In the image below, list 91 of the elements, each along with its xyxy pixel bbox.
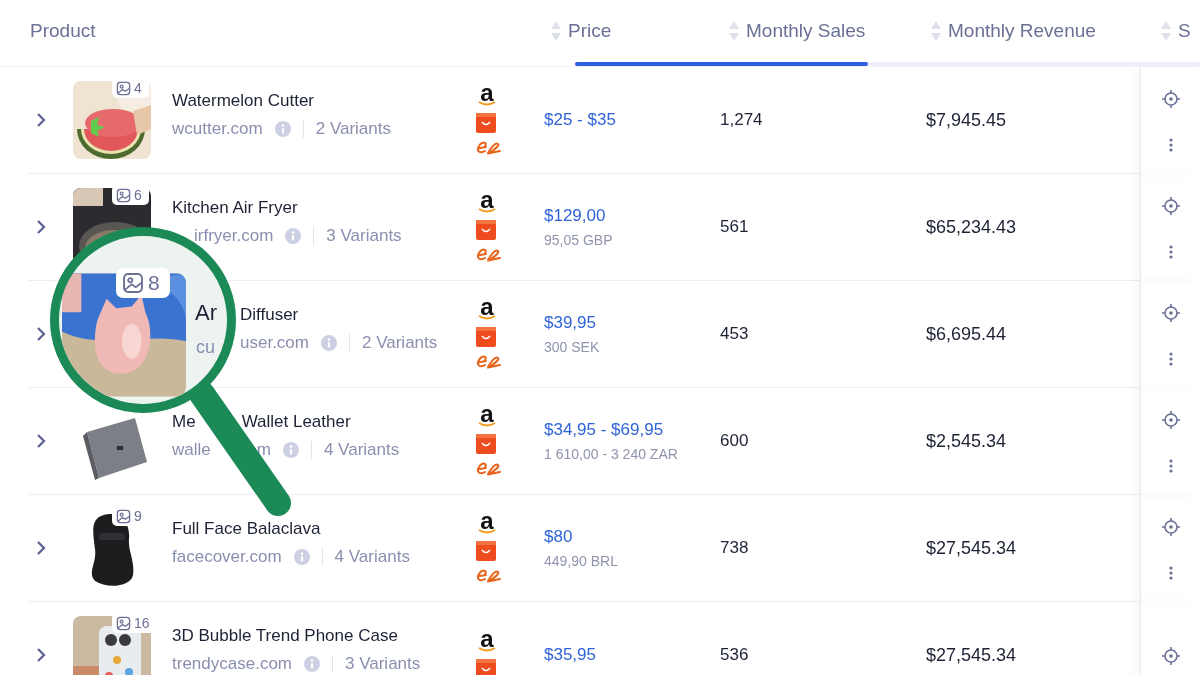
shopping-bag-icon xyxy=(476,434,496,454)
more-icon[interactable] xyxy=(1168,244,1173,259)
column-header[interactable]: Price xyxy=(568,20,612,42)
image-icon xyxy=(122,272,144,294)
product-name[interactable]: Diffuser xyxy=(240,305,299,325)
swoosh-icon xyxy=(476,460,502,476)
monthly-revenue: $27,545.34 xyxy=(926,644,1017,666)
domain-link[interactable]: m xyxy=(256,440,271,460)
variants-count: 3 Variants xyxy=(326,226,402,246)
chevron-icon[interactable] xyxy=(36,540,46,556)
image-count: 4 xyxy=(134,80,142,96)
target-icon[interactable] xyxy=(1161,646,1180,665)
marketplace-logo: a xyxy=(477,85,497,107)
more-icon[interactable] xyxy=(1168,565,1173,580)
column-header[interactable]: S xyxy=(1178,20,1191,42)
monthly-sales: 738 xyxy=(720,538,749,558)
image-count: 9 xyxy=(134,508,142,524)
domain-link[interactable]: trendycase.com xyxy=(172,654,292,674)
domain-link[interactable]: user.com xyxy=(240,333,309,353)
variants-count: 3 Variants xyxy=(345,654,421,674)
price: $25 - $35 xyxy=(544,110,616,130)
shopping-bag-icon xyxy=(476,113,496,133)
price: $34,95 - $69,95 xyxy=(544,420,664,440)
product-name[interactable]: Full Face Balaclava xyxy=(172,519,321,539)
local-price: 1 610,00 - 3 240 ZAR xyxy=(544,446,678,462)
price: $129,00 xyxy=(544,206,606,226)
chevron-icon[interactable] xyxy=(36,326,46,342)
column-header[interactable]: Product xyxy=(30,20,96,42)
price: $80 xyxy=(544,527,573,547)
variants-count: 4 Variants xyxy=(323,440,400,460)
marketplace-logo: a xyxy=(477,299,497,321)
price: $35,95 xyxy=(544,645,596,665)
target-icon[interactable] xyxy=(1161,410,1180,429)
monthly-revenue: $65,234.43 xyxy=(926,216,1017,238)
monthly-sales: 561 xyxy=(720,217,749,237)
column-header[interactable]: Monthly Revenue xyxy=(948,20,1096,42)
image-count: 8 xyxy=(148,271,160,295)
product-name: Ar xyxy=(195,300,217,326)
variants-count: 2 Variants xyxy=(362,333,438,353)
marketplace-logo: a xyxy=(477,631,497,653)
domain-link[interactable]: facecover.com xyxy=(172,547,282,567)
image-icon xyxy=(116,508,131,524)
image-count: 6 xyxy=(134,187,142,203)
local-price: 95,05 GBP xyxy=(544,232,613,248)
chevron-icon[interactable] xyxy=(36,219,46,235)
monthly-revenue: $27,545.34 xyxy=(926,537,1017,559)
more-icon[interactable] xyxy=(1168,137,1173,152)
chevron-icon[interactable] xyxy=(36,647,46,663)
chevron-icon[interactable] xyxy=(36,433,46,449)
marketplace-logo: a xyxy=(477,192,497,214)
target-icon[interactable] xyxy=(1161,196,1180,215)
chevron-icon[interactable] xyxy=(36,112,46,128)
swoosh-icon xyxy=(476,246,502,262)
target-icon[interactable] xyxy=(1161,89,1180,108)
shopping-bag-icon xyxy=(476,220,496,240)
local-price: 449,90 BRL xyxy=(544,553,618,569)
product-name[interactable]: Wallet Leather xyxy=(241,412,351,432)
monthly-sales: 453 xyxy=(720,324,749,344)
swoosh-icon xyxy=(476,139,502,155)
marketplace-logo: a xyxy=(477,513,497,535)
marketplace-logo: a xyxy=(477,406,497,428)
swoosh-icon xyxy=(476,353,502,369)
monthly-sales: 536 xyxy=(720,645,749,665)
monthly-revenue: $2,545.34 xyxy=(926,430,1007,452)
monthly-revenue: $6,695.44 xyxy=(926,323,1007,345)
monthly-sales: 600 xyxy=(720,431,749,451)
image-count: 16 xyxy=(134,615,150,631)
target-icon[interactable] xyxy=(1161,517,1180,536)
monthly-revenue: $7,945.45 xyxy=(926,109,1007,131)
product-name[interactable]: Watermelon Cutter xyxy=(172,91,315,111)
shopping-bag-icon xyxy=(476,327,496,347)
variants-count: 4 Variants xyxy=(334,547,410,567)
domain-link[interactable]: irfryer.com xyxy=(194,226,274,246)
price: $39,95 xyxy=(544,313,596,333)
domain-link[interactable]: walle xyxy=(172,440,211,460)
variants-count: 2 Variants xyxy=(315,119,391,139)
shopping-bag-icon xyxy=(476,541,496,561)
image-icon xyxy=(116,187,131,203)
more-icon[interactable] xyxy=(1168,351,1173,366)
local-price: 300 SEK xyxy=(544,339,600,355)
product-name[interactable]: Kitchen Air Fryer xyxy=(172,198,298,218)
more-icon[interactable] xyxy=(1168,458,1173,473)
swoosh-icon xyxy=(476,567,502,583)
product-name[interactable]: Me xyxy=(172,412,196,432)
image-icon xyxy=(116,80,131,96)
product-name[interactable]: 3D Bubble Trend Phone Case xyxy=(172,626,398,646)
target-icon[interactable] xyxy=(1161,303,1180,322)
column-header[interactable]: Monthly Sales xyxy=(746,20,866,42)
monthly-sales: 1,274 xyxy=(720,110,763,130)
domain-link[interactable]: wcutter.com xyxy=(172,119,263,139)
image-icon xyxy=(116,615,131,631)
